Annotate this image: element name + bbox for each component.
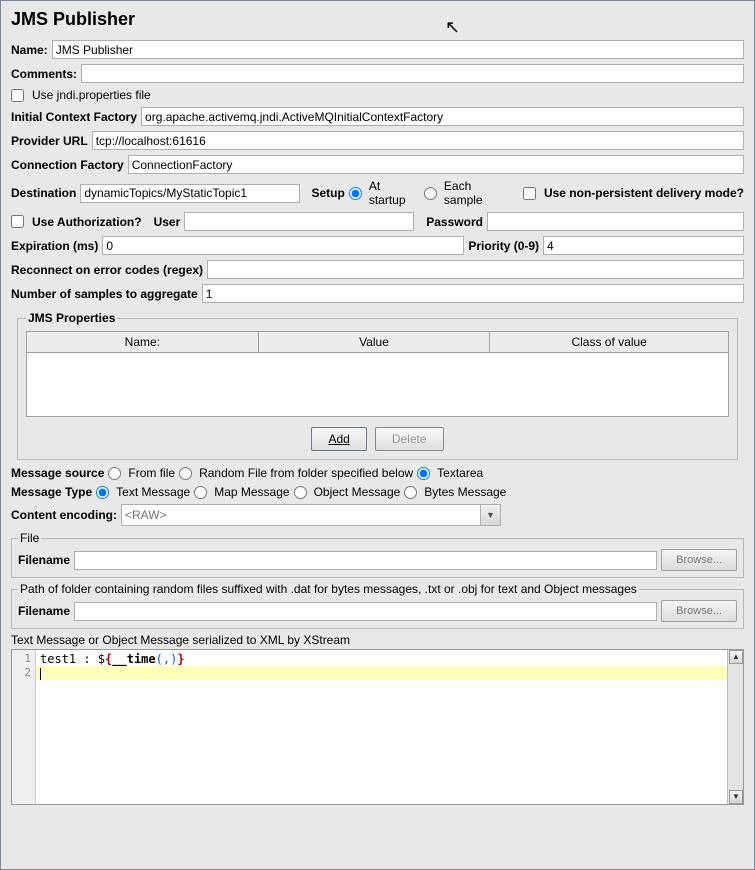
non-persistent-label: Use non-persistent delivery mode?	[544, 186, 744, 200]
file-group-1: File Filename Browse...	[11, 531, 744, 578]
chevron-down-icon[interactable]: ▼	[480, 505, 500, 525]
num-samples-input[interactable]	[202, 284, 744, 303]
scroll-up-icon[interactable]: ▲	[729, 650, 743, 664]
th-value: Value	[258, 332, 490, 353]
file1-input[interactable]	[74, 551, 657, 570]
page-title: JMS Publisher	[11, 9, 744, 30]
reconnect-label: Reconnect on error codes (regex)	[11, 263, 203, 277]
content-enc-combo[interactable]: ▼	[121, 504, 501, 526]
th-class: Class of value	[490, 332, 729, 353]
non-persistent-checkbox[interactable]	[523, 187, 536, 200]
use-jndi-checkbox[interactable]	[11, 89, 24, 102]
add-button[interactable]: Add	[311, 427, 366, 451]
setup-startup-radio[interactable]	[349, 187, 362, 200]
jms-properties-body[interactable]	[26, 353, 729, 417]
mtype-text-radio[interactable]	[96, 486, 109, 499]
file-group-2: Path of folder containing random files s…	[11, 582, 744, 629]
msrc-random-radio[interactable]	[179, 467, 192, 480]
use-auth-checkbox[interactable]	[11, 215, 24, 228]
editor-code[interactable]: test1 : ${__time(,)}	[36, 650, 727, 804]
msg-source-label: Message source	[11, 466, 104, 480]
msrc-file-radio[interactable]	[108, 467, 121, 480]
init-ctx-label: Initial Context Factory	[11, 110, 137, 124]
content-enc-label: Content encoding:	[11, 508, 117, 522]
user-label: User	[154, 215, 181, 229]
editor-gutter: 12	[12, 650, 36, 804]
reconnect-input[interactable]	[207, 260, 744, 279]
mtype-map-radio[interactable]	[194, 486, 207, 499]
msrc-textarea-radio[interactable]	[417, 467, 430, 480]
setup-label: Setup	[312, 186, 345, 200]
msg-type-label: Message Type	[11, 485, 92, 499]
destination-input[interactable]	[80, 184, 299, 203]
file1-legend: File	[18, 531, 41, 545]
num-samples-label: Number of samples to aggregate	[11, 287, 198, 301]
th-name: Name:	[27, 332, 259, 353]
msrc-random-label: Random File from folder specified below	[199, 466, 413, 480]
mtype-obj-radio[interactable]	[294, 486, 307, 499]
expiration-input[interactable]	[102, 236, 464, 255]
setup-each-label: Each sample	[444, 179, 513, 207]
msrc-file-label: From file	[128, 466, 175, 480]
use-auth-label: Use Authorization?	[32, 215, 142, 229]
jms-properties-table[interactable]: Name: Value Class of value	[26, 331, 729, 353]
mtype-map-label: Map Message	[214, 485, 289, 499]
priority-label: Priority (0-9)	[468, 239, 539, 253]
comments-input[interactable]	[81, 64, 744, 83]
setup-startup-label: At startup	[369, 179, 420, 207]
mtype-text-label: Text Message	[116, 485, 190, 499]
mtype-bytes-radio[interactable]	[404, 486, 417, 499]
jms-properties-group: JMS Properties Name: Value Class of valu…	[17, 311, 738, 460]
init-ctx-input[interactable]	[141, 107, 744, 126]
file2-browse-button[interactable]: Browse...	[661, 600, 737, 622]
provider-url-input[interactable]	[92, 131, 744, 150]
provider-url-label: Provider URL	[11, 134, 88, 148]
password-label: Password	[426, 215, 483, 229]
jms-properties-legend: JMS Properties	[26, 311, 117, 325]
text-msg-editor[interactable]: 12 test1 : ${__time(,)} ▲ ▼	[11, 649, 744, 805]
setup-each-radio[interactable]	[424, 187, 437, 200]
name-input[interactable]	[52, 40, 744, 59]
mtype-obj-label: Object Message	[314, 485, 401, 499]
editor-scrollbar[interactable]: ▲ ▼	[727, 650, 743, 804]
password-input[interactable]	[487, 212, 744, 231]
comments-label: Comments:	[11, 67, 77, 81]
delete-button[interactable]: Delete	[375, 427, 444, 451]
conn-factory-input[interactable]	[128, 155, 744, 174]
file2-input[interactable]	[74, 602, 657, 621]
expiration-label: Expiration (ms)	[11, 239, 98, 253]
file2-label: Filename	[18, 604, 70, 618]
file1-browse-button[interactable]: Browse...	[661, 549, 737, 571]
text-msg-label: Text Message or Object Message serialize…	[11, 633, 744, 647]
conn-factory-label: Connection Factory	[11, 158, 124, 172]
scroll-down-icon[interactable]: ▼	[729, 790, 743, 804]
priority-input[interactable]	[543, 236, 744, 255]
file1-label: Filename	[18, 553, 70, 567]
destination-label: Destination	[11, 186, 76, 200]
msrc-textarea-label: Textarea	[437, 466, 483, 480]
use-jndi-label: Use jndi.properties file	[32, 88, 151, 102]
file2-legend: Path of folder containing random files s…	[18, 582, 639, 596]
content-enc-input[interactable]	[122, 506, 480, 524]
user-input[interactable]	[184, 212, 414, 231]
name-label: Name:	[11, 43, 48, 57]
mtype-bytes-label: Bytes Message	[424, 485, 506, 499]
